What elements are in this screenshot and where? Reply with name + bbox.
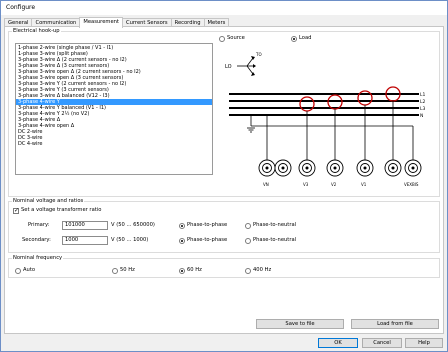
secondary-phase-to-neutral-option[interactable]: Phase-to-neutral	[245, 237, 296, 245]
to-label: TO	[255, 52, 262, 57]
freq-60hz-option[interactable]: 60 Hz	[179, 267, 202, 275]
secondary-phase-to-neutral-radio[interactable]	[245, 237, 251, 244]
freq-50hz-label: 50 Hz	[120, 267, 135, 273]
terminal-connectors	[258, 159, 422, 177]
freq-auto-option[interactable]: Auto	[15, 267, 35, 275]
source-label: Source	[227, 35, 245, 41]
primary-phase-to-neutral-option[interactable]: Phase-to-neutral	[245, 222, 296, 230]
terminal-label-vn: VN	[263, 182, 269, 187]
terminal-label-v1: V1	[361, 182, 367, 187]
secondary-phase-to-phase-radio[interactable]	[179, 237, 185, 244]
primary-phase-to-phase-radio[interactable]	[179, 222, 185, 229]
secondary-phase-to-neutral-label: Phase-to-neutral	[253, 237, 297, 243]
cancel-button[interactable]: Cancel	[362, 338, 402, 348]
freq-400hz-option[interactable]: 400 Hz	[245, 267, 271, 275]
hookup-list-item[interactable]: DC 4-wire	[16, 141, 212, 147]
configure-window: Configure General Communication Measurem…	[0, 0, 448, 352]
nominal-voltage-group: Nominal voltage and ratios Set a voltage…	[8, 198, 440, 253]
help-button[interactable]: Help	[405, 338, 443, 348]
secondary-input[interactable]: 1000	[62, 236, 108, 245]
hookup-group: Electrical hook-up 1-phase 2-wire (singl…	[8, 28, 440, 197]
save-to-file-button[interactable]: Save to file	[256, 319, 344, 329]
source-option[interactable]: Source	[219, 35, 245, 43]
nominal-frequency-title: Nominal frequency	[12, 255, 64, 262]
freq-60hz-label: 60 Hz	[187, 267, 202, 273]
primary-phase-to-phase-option[interactable]: Phase-to-phase	[179, 222, 227, 230]
primary-label: Primary:	[28, 222, 50, 228]
ground-icon	[247, 127, 255, 133]
hookup-title: Electrical hook-up	[12, 28, 61, 35]
freq-60hz-radio[interactable]	[179, 267, 185, 274]
hookup-list[interactable]: 1-phase 2-wire (single phase / V1 - I1) 1…	[15, 43, 213, 175]
ok-button[interactable]: OK	[318, 338, 358, 348]
vt-ratio-option[interactable]: Set a voltage transformer ratio	[13, 207, 101, 215]
primary-input[interactable]: 101000	[62, 221, 108, 230]
line-label-n: N	[420, 113, 423, 119]
secondary-label: Secondary:	[22, 237, 51, 243]
freq-50hz-option[interactable]: 50 Hz	[112, 267, 135, 275]
terminal-label-vexbis: VEXBIS	[404, 182, 419, 187]
secondary-range: V (50 ... 1000)	[111, 237, 149, 243]
line-label-l1: L1	[420, 92, 426, 98]
secondary-phase-to-phase-label: Phase-to-phase	[187, 237, 228, 243]
primary-range: V (50 ... 650000)	[111, 222, 155, 228]
vt-ratio-checkbox[interactable]	[13, 207, 19, 214]
primary-phase-to-neutral-radio[interactable]	[245, 222, 251, 229]
freq-auto-radio[interactable]	[15, 267, 21, 274]
nominal-voltage-title: Nominal voltage and ratios	[12, 198, 85, 205]
load-option[interactable]: Load	[291, 35, 311, 43]
freq-400hz-radio[interactable]	[245, 267, 251, 274]
tab-measurement[interactable]: Measurement	[79, 17, 123, 28]
load-symbol-icon	[237, 56, 256, 76]
measurement-panel: Electrical hook-up 1-phase 2-wire (singl…	[4, 26, 444, 334]
freq-50hz-radio[interactable]	[112, 267, 118, 274]
lo-label: LO	[225, 64, 232, 70]
terminal-label-v3: V3	[303, 182, 309, 187]
line-label-l2: L2	[420, 99, 426, 105]
nominal-frequency-group: Nominal frequency Auto 50 Hz 60 Hz 400 H…	[8, 255, 440, 278]
freq-400hz-label: 400 Hz	[253, 267, 272, 273]
source-radio[interactable]	[219, 35, 225, 42]
freq-auto-label: Auto	[23, 267, 36, 273]
vt-ratio-label: Set a voltage transformer ratio	[21, 207, 102, 213]
wiring-diagram: LO TO L1 L2 L3 N VN V3 V2 V1 VEXBIS	[225, 52, 426, 187]
primary-phase-to-neutral-label: Phase-to-neutral	[253, 222, 297, 228]
primary-phase-to-phase-label: Phase-to-phase	[187, 222, 228, 228]
window-title: Configure	[1, 1, 447, 15]
line-label-l3: L3	[420, 106, 426, 112]
terminal-label-v2: V2	[331, 182, 337, 187]
load-radio[interactable]	[291, 35, 297, 42]
secondary-phase-to-phase-option[interactable]: Phase-to-phase	[179, 237, 227, 245]
load-label: Load	[299, 35, 312, 41]
load-from-file-button[interactable]: Load from file	[351, 319, 439, 329]
